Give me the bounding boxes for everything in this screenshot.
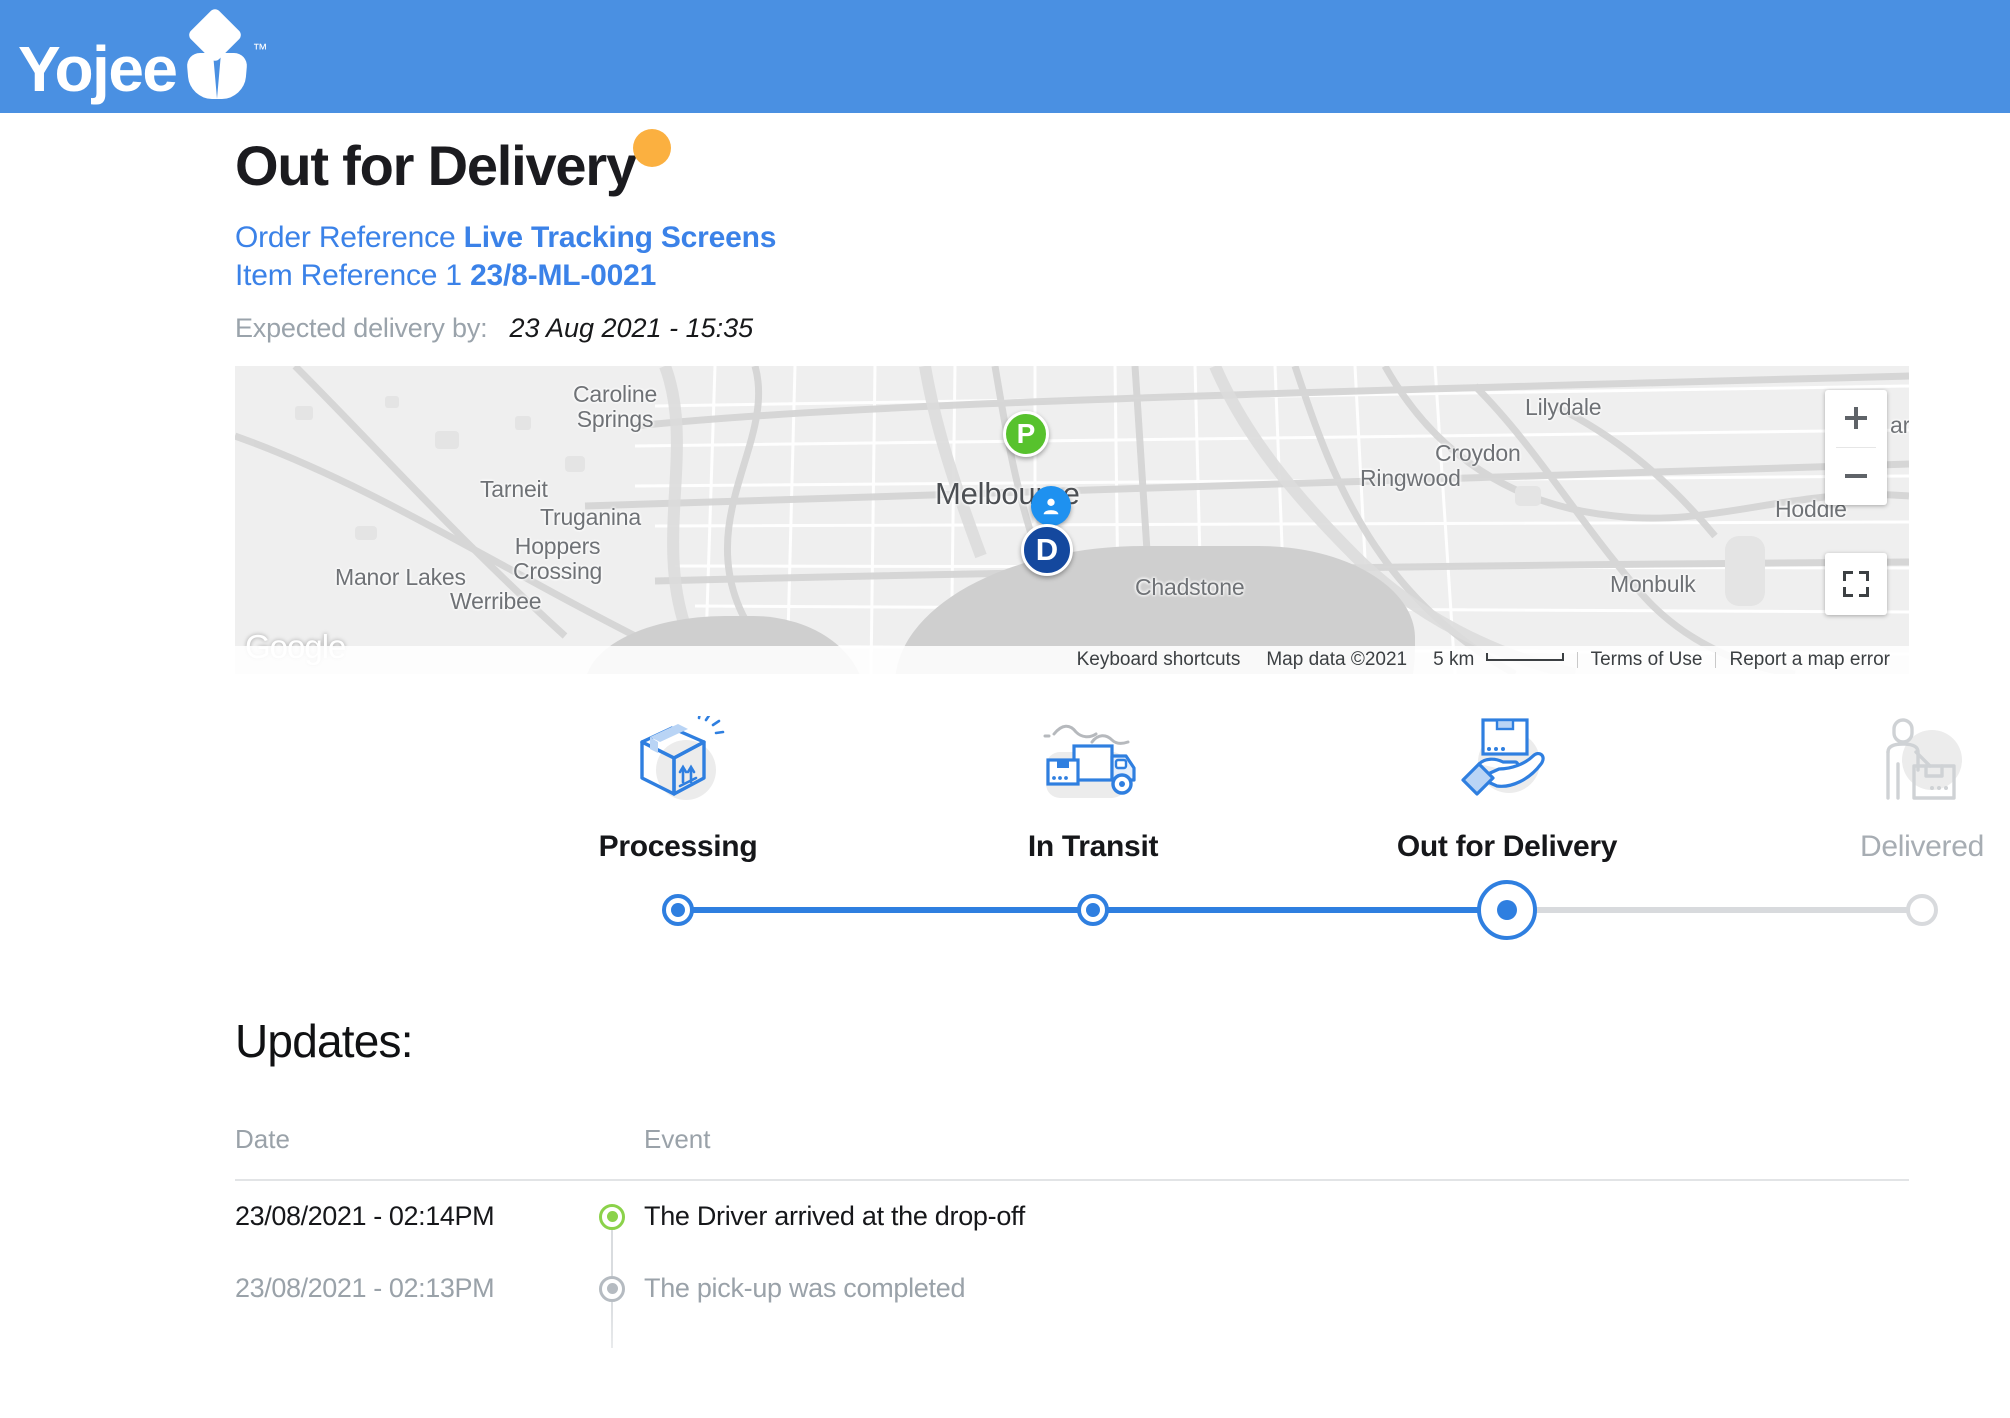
updates-row-list: 23/08/2021 - 02:14PM The Driver arrived a… [235, 1181, 1909, 1348]
map-fullscreen-button[interactable] [1825, 552, 1887, 615]
logo-glyph-icon [179, 6, 251, 99]
status-badge-dot [632, 129, 671, 167]
step-label-in-transit: In Transit [1027, 829, 1159, 863]
updates-table: Date Event 23/08/2021 - 02:14PM The Drive… [235, 1124, 1909, 1348]
user-location-marker[interactable] [1031, 485, 1071, 526]
expected-delivery-row: Expected delivery by: 23 Aug 2021 - 15:3… [235, 313, 1840, 344]
step-in-transit[interactable]: In Transit [943, 716, 1243, 864]
updates-table-header: Date Event [235, 1124, 1909, 1181]
column-header-event: Event [644, 1123, 711, 1154]
item-reference-line: Item Reference 1 23/8-ML-0021 [235, 257, 1840, 295]
expected-delivery-value: 23 Aug 2021 - 15:35 [509, 312, 754, 343]
hand-package-icon [1357, 716, 1657, 808]
logo-wordmark: Yojee [18, 32, 178, 105]
step-label-out-for-delivery: Out for Delivery [1396, 829, 1618, 863]
keyboard-shortcuts-link[interactable]: Keyboard shortcuts [1064, 649, 1254, 671]
map-scale: 5 km [1420, 649, 1576, 671]
step-label-processing: Processing [598, 829, 758, 863]
fullscreen-icon [1843, 570, 1869, 597]
map-attribution-bar: Keyboard shortcuts Map data ©2021 5 km T… [235, 645, 1909, 674]
report-map-error-link[interactable]: Report a map error [1716, 649, 1903, 671]
order-reference-line: Order Reference Live Tracking Screens [235, 219, 1840, 257]
page-title-row: Out for Delivery [235, 129, 671, 197]
delivery-truck-icon [943, 716, 1243, 808]
person-package-icon [1772, 716, 2010, 808]
stepper-node-out-for-delivery[interactable] [1477, 879, 1537, 940]
map-zoom-controls[interactable] [1825, 389, 1887, 505]
plus-icon [1845, 407, 1867, 430]
person-icon [1043, 498, 1059, 515]
update-date: 23/08/2021 - 02:14PM [235, 1201, 495, 1232]
timeline-dot-icon [599, 1203, 625, 1230]
timeline-connector [611, 1301, 613, 1348]
stepper-node-processing[interactable] [662, 893, 694, 926]
map-scale-bar-icon [1485, 652, 1564, 661]
step-processing[interactable]: Processing [528, 715, 828, 864]
zoom-out-button[interactable] [1825, 448, 1887, 505]
map-tiles [235, 365, 1909, 674]
delivery-progress-stepper: Processing In Transit Out for Delivery D… [235, 715, 1984, 946]
stepper-node-in-transit[interactable] [1077, 893, 1109, 926]
track-inactive-segment [1507, 906, 1922, 913]
order-reference-value: Live Tracking Screens [463, 220, 777, 254]
app-header-bar: Yojee ™ [0, 0, 2010, 113]
update-date: 23/08/2021 - 02:13PM [235, 1273, 495, 1304]
step-delivered[interactable]: Delivered [1772, 716, 2010, 864]
page-content: Out for Delivery Order Reference Live Tr… [0, 113, 2010, 1348]
page-title: Out for Delivery [235, 134, 637, 197]
item-reference-label: Item Reference 1 [235, 258, 462, 292]
step-label-delivered: Delivered [1859, 829, 1985, 863]
table-row[interactable]: 23/08/2021 - 02:13PM The pick-up was comp… [235, 1253, 1909, 1348]
dropoff-marker[interactable]: D [1021, 523, 1073, 576]
map-scale-value: 5 km [1433, 648, 1475, 670]
pickup-marker[interactable]: P [1003, 410, 1049, 457]
order-reference-label: Order Reference [235, 220, 456, 254]
stepper-track [235, 879, 1938, 940]
item-reference-value: 23/8-ML-0021 [470, 258, 657, 292]
update-event: The pick-up was completed [644, 1273, 966, 1304]
package-icon [528, 715, 828, 808]
expected-delivery-label: Expected delivery by: [235, 312, 488, 343]
update-timeline-marker [580, 1275, 644, 1348]
stepper-node-delivered[interactable] [1906, 893, 1938, 926]
timeline-dot-icon [599, 1275, 625, 1302]
step-out-for-delivery[interactable]: Out for Delivery [1357, 716, 1657, 864]
trademark-symbol: ™ [252, 40, 268, 58]
updates-heading: Updates: [235, 1014, 414, 1067]
yojee-logo[interactable]: Yojee ™ [18, 6, 268, 105]
terms-of-use-link[interactable]: Terms of Use [1578, 649, 1716, 671]
table-row[interactable]: 23/08/2021 - 02:14PM The Driver arrived a… [235, 1181, 1909, 1276]
zoom-in-button[interactable] [1825, 390, 1887, 447]
column-header-date: Date [235, 1123, 290, 1154]
minus-icon [1845, 474, 1867, 479]
live-tracking-map[interactable]: Caroline Springs Tarneit Truganina Hoppers Cr… [235, 365, 1909, 674]
update-timeline-marker [580, 1203, 644, 1276]
reference-block: Order Reference Live Tracking Screens It… [235, 219, 1840, 295]
map-data-attribution: Map data ©2021 [1266, 648, 1408, 670]
update-event: The Driver arrived at the drop-off [644, 1201, 1025, 1232]
